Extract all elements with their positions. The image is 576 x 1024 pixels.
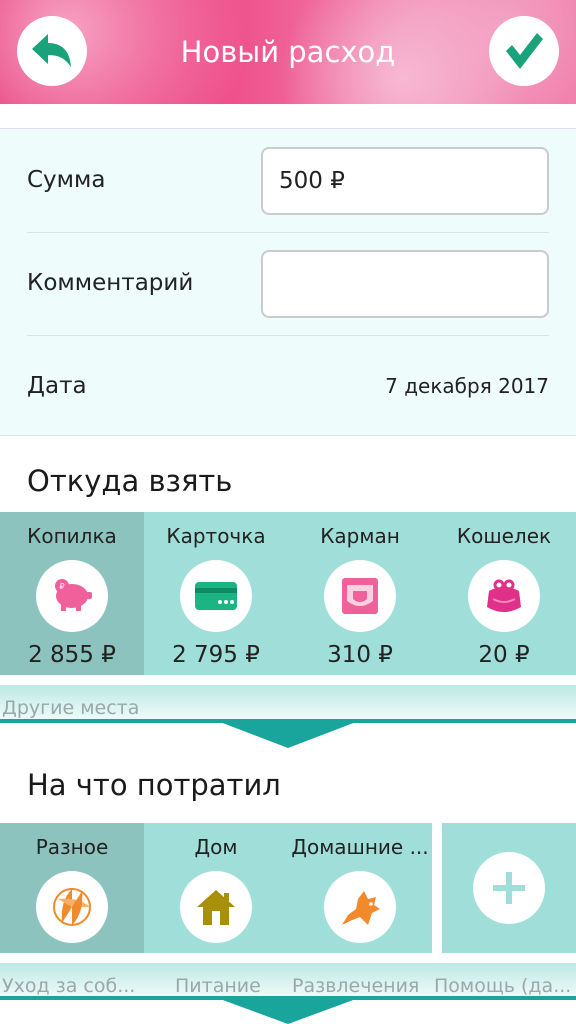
amount-label: Сумма (27, 167, 106, 193)
tile-label: Карман (320, 524, 400, 548)
source-section-title: Откуда взять (27, 464, 233, 498)
tile-icon-circle (180, 871, 252, 943)
tile-label: Разное (35, 835, 109, 859)
tile-icon-circle: ₽ (36, 560, 108, 632)
more-categories-strip[interactable]: Уход за соб... Питание Развлечения Помощ… (0, 963, 576, 999)
house-icon (197, 890, 235, 925)
credit-card-icon (195, 582, 237, 610)
back-button[interactable] (17, 16, 87, 86)
checkmark-icon (506, 33, 543, 69)
tile-label: Карточка (166, 524, 266, 548)
source-tiles: Копилка ₽ 2 855 ₽ Карточка 2 795 ₽ Карма… (0, 512, 576, 675)
category-chip[interactable]: Питание (175, 975, 261, 997)
tile-icon-circle (324, 560, 396, 632)
expense-form: Сумма 500 ₽ Комментарий Дата 7 декабря 2… (0, 128, 576, 436)
spacer (0, 675, 576, 685)
category-chip[interactable]: Помощь (да... (434, 975, 571, 997)
tile-amount: 20 ₽ (478, 642, 530, 668)
comment-label: Комментарий (27, 270, 194, 296)
other-places-label: Другие места (2, 697, 140, 719)
tile-label: Копилка (27, 524, 117, 548)
category-tile-domashnie[interactable]: Домашние ... (288, 823, 432, 953)
source-tile-karman[interactable]: Карман 310 ₽ (288, 512, 432, 675)
category-chip[interactable]: Развлечения (292, 975, 419, 997)
category-tile-raznoe[interactable]: Разное (0, 823, 144, 953)
amount-input[interactable]: 500 ₽ (261, 147, 549, 215)
tile-label: Домашние ... (291, 835, 429, 859)
pets-icon (342, 891, 380, 925)
tile-icon-circle (324, 871, 396, 943)
comment-row: Комментарий (27, 232, 549, 334)
date-value[interactable]: 7 декабря 2017 (385, 335, 549, 437)
date-row[interactable]: Дата 7 декабря 2017 (27, 335, 549, 437)
tile-label: Дом (194, 835, 238, 859)
tile-amount: 2 795 ₽ (172, 642, 260, 668)
spacer (0, 953, 576, 963)
tile-amount: 310 ₽ (327, 642, 393, 668)
tile-label: Кошелек (456, 524, 552, 548)
purse-icon (487, 579, 521, 612)
tile-icon-circle (468, 560, 540, 632)
category-chip[interactable]: Уход за соб... (2, 975, 135, 997)
tile-icon-circle (180, 560, 252, 632)
expand-chevron-icon[interactable] (220, 999, 356, 1024)
add-category-button[interactable] (442, 823, 576, 953)
amount-row: Сумма 500 ₽ (27, 129, 549, 231)
confirm-button[interactable] (489, 16, 559, 86)
category-tiles: Разное Дом Домашние ... (0, 823, 432, 953)
date-label: Дата (27, 373, 87, 399)
spend-section-title: На что потратил (27, 768, 281, 802)
spacer (432, 823, 442, 953)
pocket-icon (342, 578, 378, 614)
source-tile-kartochka[interactable]: Карточка 2 795 ₽ (144, 512, 288, 675)
piggy-bank-icon: ₽ (55, 579, 92, 611)
tile-icon-circle (36, 871, 108, 943)
tile-amount: 2 855 ₽ (28, 642, 116, 668)
back-arrow-icon (32, 34, 71, 67)
source-tile-kopilka[interactable]: Копилка ₽ 2 855 ₽ (0, 512, 144, 675)
comment-input[interactable] (261, 250, 549, 318)
beach-ball-icon (53, 888, 91, 926)
tile-icon-circle (473, 852, 545, 924)
category-tile-dom[interactable]: Дом (144, 823, 288, 953)
source-tile-koshelek[interactable]: Кошелек 20 ₽ (432, 512, 576, 675)
other-places-strip[interactable]: Другие места (0, 685, 576, 721)
plus-icon (493, 872, 525, 904)
app-header: Новый расход (0, 0, 576, 104)
expand-chevron-icon[interactable] (220, 722, 356, 748)
page-title: Новый расход (180, 35, 396, 69)
svg-text:₽: ₽ (59, 582, 64, 591)
